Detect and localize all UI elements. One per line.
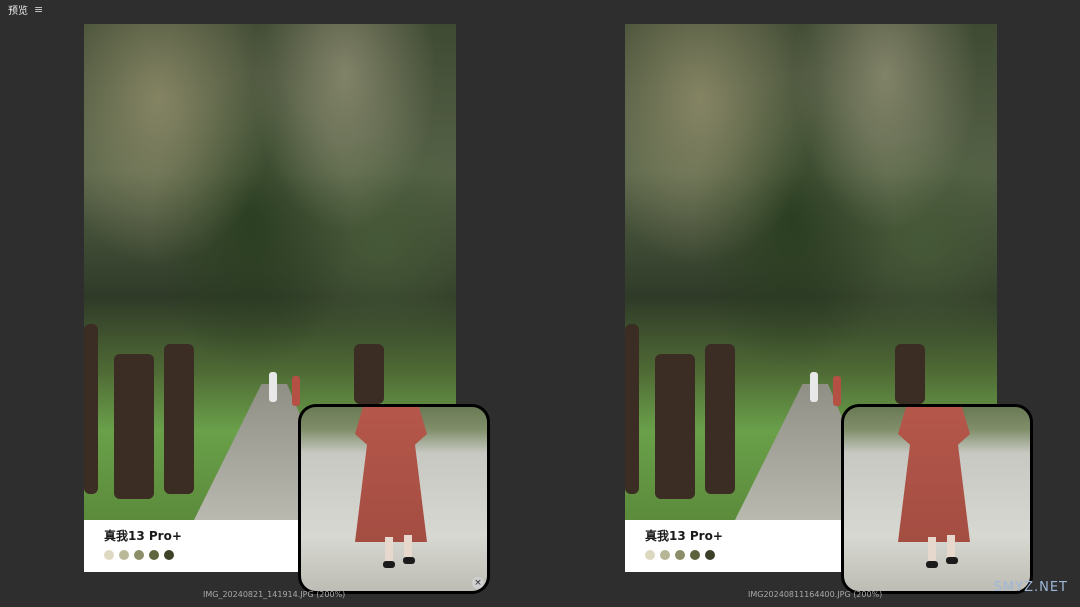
walker-figure	[810, 372, 818, 402]
top-bar: 预览 ≡	[0, 0, 1080, 18]
tree-trunk	[354, 344, 384, 404]
zoomed-shoe	[946, 557, 958, 564]
zoomed-figure	[898, 407, 970, 542]
swatch-3	[675, 550, 685, 560]
swatch-4	[690, 550, 700, 560]
swatch-5	[164, 550, 174, 560]
tree-trunk	[895, 344, 925, 404]
tree-trunk	[705, 344, 735, 494]
zoomed-shoe	[926, 561, 938, 568]
walker-figure	[292, 376, 300, 406]
watermark-logo: SMYZ.NET	[993, 580, 1068, 595]
walker-figure	[833, 376, 841, 406]
filename-right: IMG20240811164400.JPG (200%)	[748, 590, 883, 599]
app-title: 预览	[8, 5, 28, 17]
swatch-1	[645, 550, 655, 560]
swatch-1	[104, 550, 114, 560]
walker-figure	[269, 372, 277, 402]
camera-model-label: 真我13 Pro+	[104, 529, 182, 543]
tree-trunk	[625, 324, 639, 494]
zoomed-leg	[928, 537, 936, 563]
swatch-2	[119, 550, 129, 560]
menu-icon[interactable]: ≡	[34, 3, 43, 16]
close-loupe-icon[interactable]: ×	[472, 577, 484, 589]
zoomed-shoe	[383, 561, 395, 568]
tree-trunk	[655, 354, 695, 499]
swatch-5	[705, 550, 715, 560]
zoomed-leg	[385, 537, 393, 563]
swatch-3	[134, 550, 144, 560]
swatch-4	[149, 550, 159, 560]
tree-trunk	[84, 324, 98, 494]
color-swatches	[645, 550, 715, 560]
color-swatches	[104, 550, 174, 560]
zoom-loupe-left[interactable]: ×	[298, 404, 490, 594]
swatch-2	[660, 550, 670, 560]
tree-trunk	[164, 344, 194, 494]
zoomed-shoe	[403, 557, 415, 564]
camera-model-label: 真我13 Pro+	[645, 529, 723, 543]
tree-trunk	[114, 354, 154, 499]
filename-left: IMG_20240821_141914.JPG (200%)	[203, 590, 346, 599]
zoom-loupe-right[interactable]	[841, 404, 1033, 594]
zoomed-figure	[355, 407, 427, 542]
